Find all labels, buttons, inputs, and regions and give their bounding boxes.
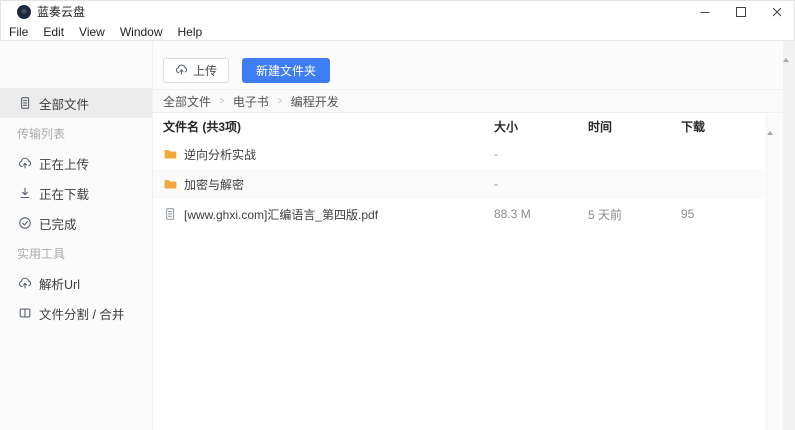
sidebar-item-all-files[interactable]: 全部文件: [0, 88, 152, 118]
titlebar: 蓝奏云盘: [0, 0, 795, 23]
breadcrumb: 全部文件 > 电子书 > 编程开发: [153, 89, 783, 113]
app-logo-icon: [17, 4, 31, 19]
file-size: -: [494, 177, 498, 191]
table-row[interactable]: [www.ghxi.com]汇编语言_第四版.pdf 88.3 M 5 天前 95: [153, 199, 766, 229]
sidebar-item-completed[interactable]: 已完成: [0, 208, 152, 238]
sidebar-item-label: 文件分割 / 合并: [39, 307, 125, 322]
file-table-header: 文件名 (共3项) 大小 时间 下载: [153, 113, 766, 139]
file-table: 文件名 (共3项) 大小 时间 下载 逆向分析实战 - 加密与解密 - [www.ghx…: [153, 113, 766, 430]
file-name-cell: [www.ghxi.com]汇编语言_第四版.pdf: [163, 206, 494, 223]
main-panel: 上传 新建文件夹 全部文件 > 电子书 > 编程开发 文件名 (共3项) 大小 时间 下…: [153, 41, 795, 430]
breadcrumb-item[interactable]: 电子书: [233, 93, 269, 110]
sidebar-item-label: 正在上传: [39, 157, 90, 172]
sidebar: 全部文件传输列表正在上传正在下载已完成实用工具解析Url 文件分割 / 合并: [0, 41, 153, 430]
download-icon: [17, 186, 32, 201]
menubar: File Edit View Window Help: [0, 23, 795, 41]
split-icon: [17, 306, 32, 321]
menu-item-edit[interactable]: Edit: [41, 25, 66, 39]
upload-cloud-icon: [17, 156, 32, 171]
folder-icon: [163, 177, 177, 191]
scroll-up-icon[interactable]: [767, 114, 773, 135]
menu-item-help[interactable]: Help: [176, 25, 205, 39]
file-time: 5 天前: [588, 207, 623, 222]
file-name-cell: 逆向分析实战: [163, 146, 494, 163]
file-name: 逆向分析实战: [184, 147, 257, 162]
sidebar-item-parse-url[interactable]: 解析Url: [0, 268, 152, 298]
new-folder-button[interactable]: 新建文件夹: [242, 58, 331, 83]
sidebar-item-label: 正在下载: [39, 187, 90, 202]
breadcrumb-separator: >: [277, 95, 282, 107]
app-title: 蓝奏云盘: [37, 5, 86, 19]
sidebar-section-label: 实用工具: [17, 246, 66, 261]
column-header-size[interactable]: 大小: [494, 118, 588, 135]
file-size: 88.3 M: [494, 207, 531, 221]
table-row[interactable]: 加密与解密 -: [153, 169, 766, 199]
sidebar-item-label: 全部文件: [39, 97, 90, 112]
column-header-name[interactable]: 文件名 (共3项): [163, 118, 494, 135]
sidebar-item-downloading[interactable]: 正在下载: [0, 178, 152, 208]
minimize-button[interactable]: [687, 0, 723, 23]
close-button[interactable]: [759, 0, 795, 23]
column-header-downloads[interactable]: 下载: [681, 118, 766, 135]
sidebar-item-label: 解析Url: [39, 277, 80, 292]
menu-item-window[interactable]: Window: [118, 25, 165, 39]
window-controls: [687, 0, 795, 23]
file-name: [www.ghxi.com]汇编语言_第四版.pdf: [184, 207, 379, 222]
file-size: -: [494, 147, 498, 161]
maximize-button[interactable]: [723, 0, 759, 23]
upload-cloud-icon: [175, 63, 188, 79]
app-body: 全部文件传输列表正在上传正在下载已完成实用工具解析Url 文件分割 / 合并 上传…: [0, 41, 795, 430]
sidebar-item-uploading[interactable]: 正在上传: [0, 148, 152, 178]
upload-button[interactable]: 上传: [163, 58, 230, 83]
file-name-cell: 加密与解密: [163, 176, 494, 193]
sidebar-section-label: 传输列表: [17, 126, 66, 141]
table-row[interactable]: 逆向分析实战 -: [153, 139, 766, 169]
sidebar-item-split-merge[interactable]: 文件分割 / 合并: [0, 298, 152, 328]
column-header-time[interactable]: 时间: [588, 118, 681, 135]
table-scrollbar[interactable]: [766, 114, 783, 430]
breadcrumb-item[interactable]: 编程开发: [291, 93, 339, 110]
breadcrumb-item[interactable]: 全部文件: [163, 93, 211, 110]
check-circle-icon: [17, 216, 32, 231]
upload-button-label: 上传: [193, 64, 218, 78]
cloud-up-icon: [17, 276, 32, 291]
scroll-up-icon[interactable]: [783, 41, 789, 62]
window-scrollbar[interactable]: [783, 41, 795, 430]
file-table-body: 逆向分析实战 - 加密与解密 - [www.ghxi.com]汇编语言_第四版.pdf 8…: [153, 139, 766, 229]
sidebar-item-label: 已完成: [39, 217, 77, 232]
app-window: 蓝奏云盘 File Edit View Window Help 全部文件传输列表正在上传…: [0, 0, 795, 430]
file-name: 加密与解密: [184, 177, 245, 192]
file-icon: [163, 207, 177, 221]
toolbar: 上传 新建文件夹: [153, 41, 795, 89]
menu-item-file[interactable]: File: [7, 25, 30, 39]
files-icon: [17, 96, 32, 111]
breadcrumb-separator: >: [219, 95, 224, 107]
folder-icon: [163, 147, 177, 161]
menu-item-view[interactable]: View: [77, 25, 107, 39]
file-downloads: 95: [681, 207, 695, 221]
